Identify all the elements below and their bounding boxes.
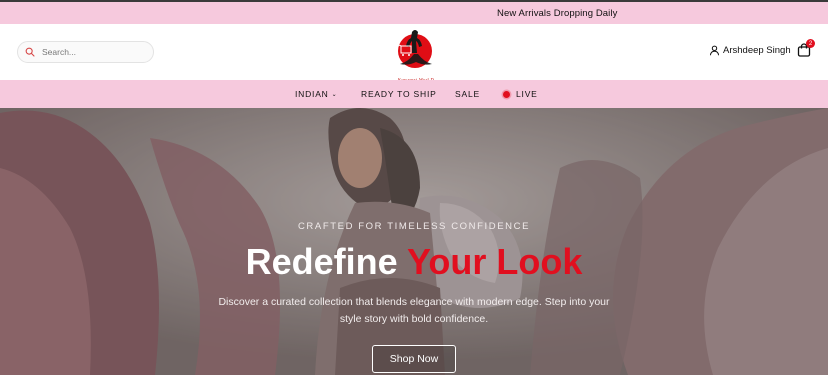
nav-item-label: READY TO SHIP bbox=[361, 89, 437, 99]
chevron-down-icon: ⌄ bbox=[331, 91, 338, 98]
nav-item-label: LIVE bbox=[516, 89, 538, 99]
main-nav: INDIAN ⌄ READY TO SHIP SALE LIVE bbox=[0, 80, 828, 108]
search-icon bbox=[25, 47, 35, 57]
search-input[interactable] bbox=[42, 47, 142, 57]
nav-item-live[interactable]: LIVE bbox=[503, 89, 538, 99]
shop-now-button[interactable]: Shop Now bbox=[372, 345, 456, 373]
cart-button[interactable]: 2 bbox=[797, 39, 815, 59]
headline-accent: Your Look bbox=[407, 241, 583, 282]
hero-eyebrow: CRAFTED FOR TIMELESS CONFIDENCE bbox=[297, 221, 531, 232]
nav-item-ready-to-ship[interactable]: READY TO SHIP bbox=[361, 89, 437, 99]
nav-item-indian[interactable]: INDIAN ⌄ bbox=[295, 89, 337, 99]
cart-count-badge: 2 bbox=[806, 39, 815, 48]
search-box[interactable] bbox=[17, 41, 154, 63]
announcement-text: New Arrivals Dropping Daily bbox=[497, 8, 618, 19]
site-header: Kuwaarsi Worl D Arshdeep Singh 2 bbox=[0, 24, 828, 82]
nav-item-label: SALE bbox=[455, 89, 480, 99]
hero-banner: CRAFTED FOR TIMELESS CONFIDENCE Redefine… bbox=[0, 108, 828, 375]
account-name: Arshdeep Singh bbox=[723, 45, 791, 56]
account-link[interactable]: Arshdeep Singh bbox=[709, 45, 791, 56]
live-dot-icon bbox=[503, 90, 510, 98]
announcement-bar: New Arrivals Dropping Daily bbox=[0, 0, 828, 24]
nav-item-label: INDIAN bbox=[295, 89, 329, 99]
brand-logo[interactable] bbox=[392, 26, 440, 78]
hero-description: Discover a curated collection that blend… bbox=[218, 296, 610, 325]
hero-headline: Redefine Your Look bbox=[0, 241, 828, 283]
headline-white: Redefine bbox=[245, 241, 398, 282]
nav-item-sale[interactable]: SALE bbox=[455, 89, 480, 99]
user-icon bbox=[709, 45, 720, 56]
